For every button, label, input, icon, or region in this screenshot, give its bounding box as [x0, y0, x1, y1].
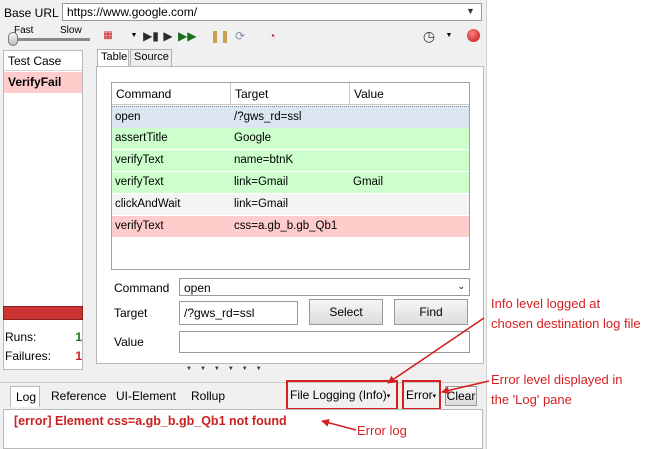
error-level-annotation: Error level displayed in the 'Log' pane [491, 372, 623, 407]
error-level-arrow [441, 380, 490, 395]
error-log-arrow [321, 418, 357, 431]
info-level-annotation: Info level logged at chosen destination … [491, 296, 641, 331]
error-log-annotation: Error log [357, 423, 407, 438]
info-level-arrow [387, 317, 485, 384]
